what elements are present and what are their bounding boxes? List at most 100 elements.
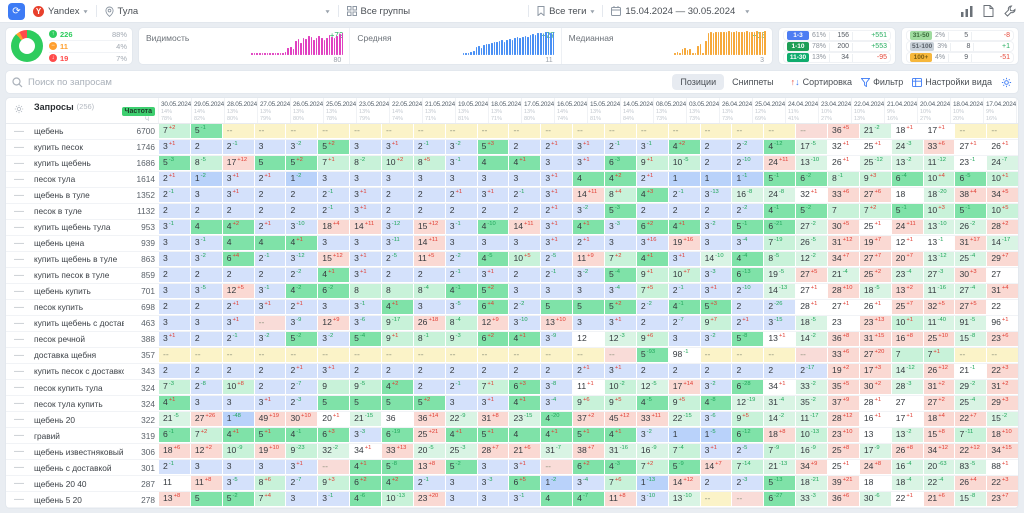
position-cell[interactable]: 31+2 <box>986 380 1018 396</box>
position-cell[interactable]: 3 <box>444 476 477 492</box>
position-cell[interactable]: 2 <box>667 203 700 219</box>
position-cell[interactable]: 28+1 <box>795 299 828 315</box>
position-cell[interactable]: 19+10 <box>253 444 286 460</box>
position-cell[interactable]: 13-10 <box>922 219 955 235</box>
tab-snippets[interactable]: Сниппеты <box>724 74 782 90</box>
position-cell[interactable]: 3 <box>572 315 605 331</box>
position-cell[interactable]: 8-5 <box>763 251 796 267</box>
position-cell[interactable]: -- <box>317 347 350 363</box>
position-cell[interactable]: 1-2 <box>540 476 573 492</box>
position-cell[interactable]: 9+5 <box>604 396 636 412</box>
row-select[interactable]: — <box>6 172 32 187</box>
position-cell[interactable]: 3+16 <box>635 235 668 251</box>
position-cell[interactable]: 26+1 <box>986 139 1018 155</box>
position-cell[interactable]: 3-2 <box>699 380 732 396</box>
position-cell[interactable]: -- <box>540 123 573 139</box>
position-cell[interactable]: 3-4 <box>604 283 636 299</box>
position-cell[interactable]: 27 <box>890 396 923 412</box>
position-cell[interactable]: 3-2 <box>285 139 318 155</box>
position-cell[interactable]: 1 <box>667 428 700 444</box>
position-cell[interactable]: 6-28 <box>731 380 764 396</box>
position-cell[interactable]: 18+10 <box>986 428 1018 444</box>
position-cell[interactable]: 2-1 <box>540 267 573 283</box>
position-cell[interactable]: 10+5 <box>986 203 1018 219</box>
position-cell[interactable]: 7-14 <box>731 460 764 476</box>
position-cell[interactable]: 1 <box>667 171 700 187</box>
position-cell[interactable]: -- <box>604 347 636 363</box>
position-cell[interactable]: 4 <box>476 155 509 171</box>
position-cell[interactable]: 23+20 <box>412 492 445 508</box>
position-cell[interactable]: 22+3 <box>986 476 1018 492</box>
position-cell[interactable]: 3-4 <box>540 396 573 412</box>
position-cell[interactable]: 12+5 <box>221 283 254 299</box>
position-cell[interactable]: 3-1 <box>635 139 668 155</box>
position-cell[interactable]: -- <box>572 123 605 139</box>
refresh-icon[interactable]: ⟳ <box>8 2 25 20</box>
position-cell[interactable]: 23-1 <box>954 155 987 171</box>
date-column-header[interactable]: 28.05.2024 13% 80% <box>224 98 257 123</box>
position-cell[interactable]: 3-1 <box>158 219 190 235</box>
position-cell[interactable]: 26-5 <box>795 235 828 251</box>
position-cell[interactable]: 33+6 <box>827 347 859 363</box>
position-cell[interactable]: 3-3 <box>349 428 382 444</box>
position-cell[interactable]: 9+3 <box>317 476 350 492</box>
position-cell[interactable]: 3-4 <box>731 235 764 251</box>
position-cell[interactable]: 2 <box>444 203 477 219</box>
position-cell[interactable]: 3 <box>604 235 636 251</box>
position-cell[interactable]: -- <box>540 460 573 476</box>
position-cell[interactable]: 5 <box>189 492 222 508</box>
position-cell[interactable]: 2 <box>189 267 222 283</box>
position-cell[interactable]: 6+2 <box>349 476 382 492</box>
position-cell[interactable]: 5-2 <box>795 203 828 219</box>
position-cell[interactable]: 7+2 <box>189 428 222 444</box>
keyword-cell[interactable]: купить песок в туле <box>32 268 124 283</box>
position-cell[interactable]: 3 <box>189 315 222 331</box>
position-cell[interactable]: 14+11 <box>412 235 445 251</box>
position-cell[interactable]: 18+4 <box>317 219 350 235</box>
position-cell[interactable]: 26+12 <box>922 363 955 379</box>
position-cell[interactable]: -- <box>731 492 764 508</box>
position-cell[interactable]: 21-15 <box>349 412 382 428</box>
position-cell[interactable]: -- <box>540 347 573 363</box>
position-cell[interactable]: 21+6 <box>922 492 955 508</box>
position-cell[interactable]: 5-13 <box>763 476 796 492</box>
position-cell[interactable]: 6-5 <box>954 171 987 187</box>
position-cell[interactable]: 4 <box>572 171 605 187</box>
position-cell[interactable]: 15-2 <box>986 412 1018 428</box>
position-cell[interactable]: 3-1 <box>508 492 541 508</box>
keyword-cell[interactable]: купить песок <box>32 140 124 155</box>
position-cell[interactable]: 3 <box>381 171 413 187</box>
row-select[interactable]: — <box>6 252 32 267</box>
position-cell[interactable]: 4 <box>508 428 541 444</box>
row-select[interactable]: — <box>6 492 32 507</box>
position-cell[interactable]: 2 <box>699 203 732 219</box>
settings-gear-icon[interactable] <box>1001 77 1012 88</box>
position-cell[interactable]: 6-21 <box>763 219 796 235</box>
region-selector[interactable]: Тула ▾ <box>104 6 330 17</box>
position-cell[interactable]: 27+1 <box>827 299 859 315</box>
position-cell[interactable]: 3 <box>189 460 222 476</box>
position-cell[interactable]: 33-3 <box>795 492 828 508</box>
position-cell[interactable]: 7 <box>890 347 923 363</box>
position-cell[interactable]: 2+1 <box>635 171 668 187</box>
position-cell[interactable]: 4+3 <box>635 187 668 203</box>
row-select[interactable]: — <box>6 380 32 395</box>
position-cell[interactable]: 2 <box>412 187 445 203</box>
position-cell[interactable]: 6-1 <box>158 428 190 444</box>
position-cell[interactable]: 3+1 <box>285 460 318 476</box>
position-cell[interactable]: 7-19 <box>763 235 796 251</box>
position-cell[interactable]: -- <box>763 347 796 363</box>
position-cell[interactable]: 19+2 <box>827 363 859 379</box>
position-cell[interactable]: 5+2 <box>476 283 509 299</box>
position-cell[interactable]: 10+4 <box>922 171 955 187</box>
position-cell[interactable]: 25+1 <box>827 460 859 476</box>
position-cell[interactable]: 12+9 <box>317 315 350 331</box>
position-cell[interactable]: -- <box>604 123 636 139</box>
position-cell[interactable]: 1 <box>699 171 732 187</box>
position-cell[interactable]: -- <box>221 123 254 139</box>
position-cell[interactable]: 17-5 <box>795 139 828 155</box>
position-cell[interactable]: 36+5 <box>827 123 859 139</box>
position-cell[interactable]: 4+2 <box>381 380 413 396</box>
position-cell[interactable]: 4+1 <box>317 267 350 283</box>
position-cell[interactable]: 2 <box>221 363 254 379</box>
